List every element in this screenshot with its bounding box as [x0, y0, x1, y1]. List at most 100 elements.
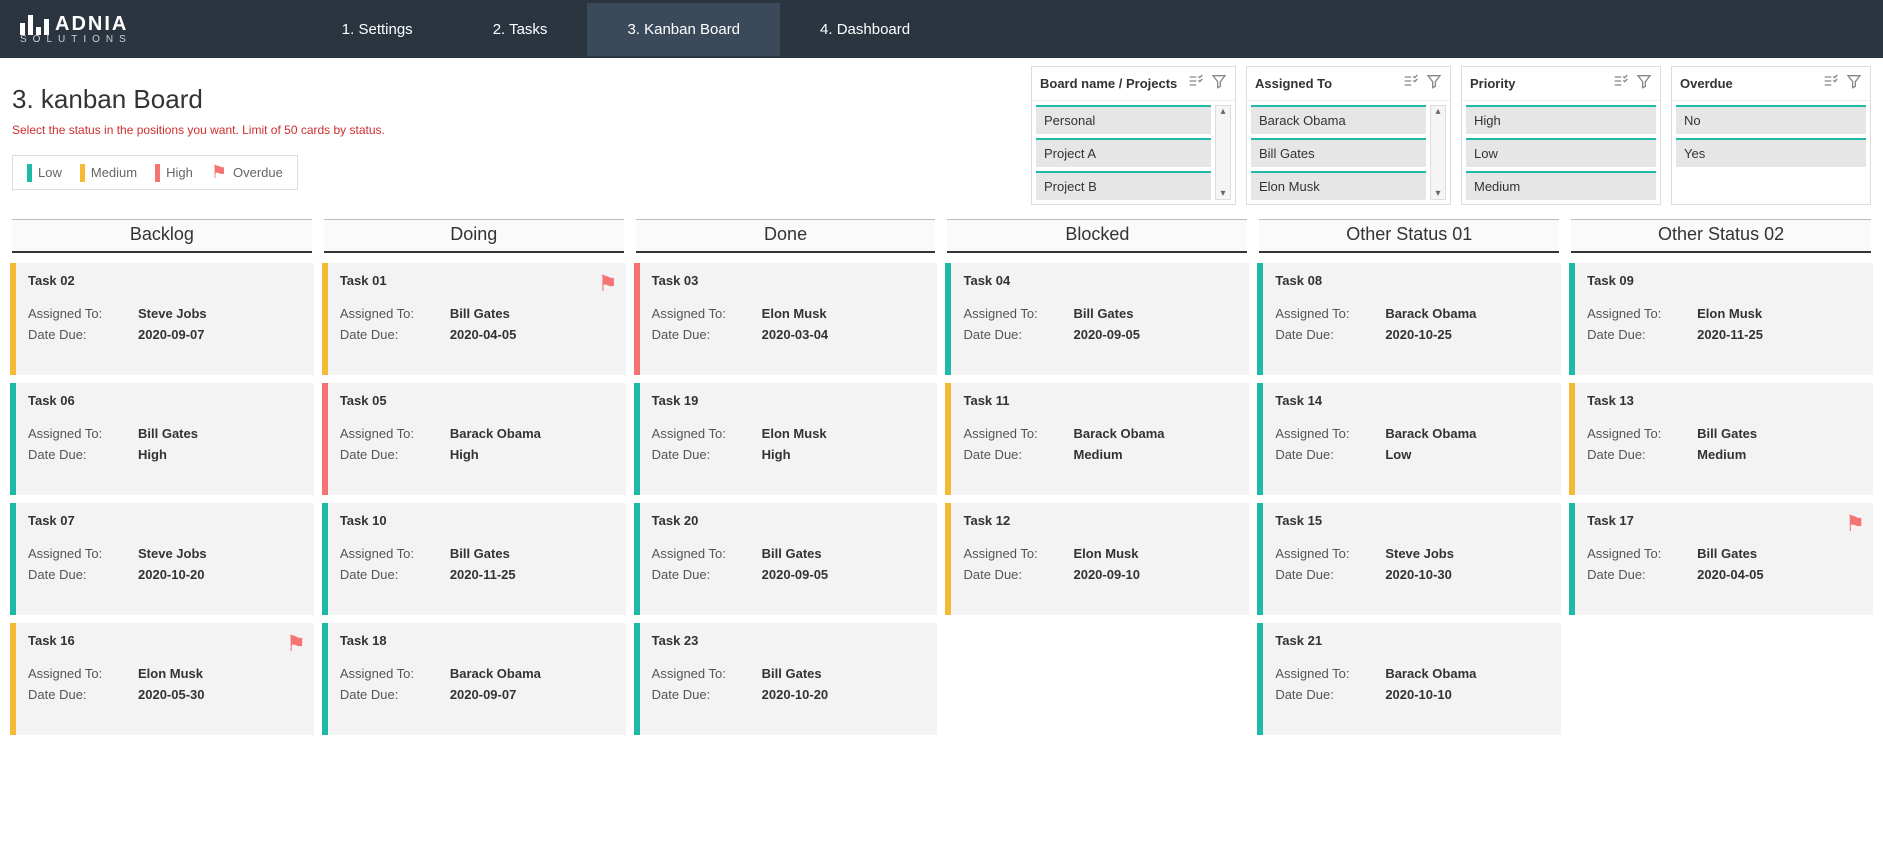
assigned-label: Assigned To: [1275, 426, 1385, 441]
multiselect-icon[interactable] [1187, 73, 1203, 94]
card-body: Task 15Assigned To:Steve JobsDate Due:20… [1263, 503, 1561, 615]
scrollbar[interactable]: ▴▾ [1215, 105, 1231, 200]
slicer-item[interactable]: Medium [1466, 171, 1656, 200]
kanban-card[interactable]: Task 20Assigned To:Bill GatesDate Due:20… [634, 503, 938, 615]
clear-filter-icon[interactable] [1211, 73, 1227, 94]
slicers: Board name / ProjectsPersonalProject APr… [1031, 66, 1871, 205]
kanban-card[interactable]: Task 12Assigned To:Elon MuskDate Due:202… [945, 503, 1249, 615]
kanban-card[interactable]: Task 18Assigned To:Barack ObamaDate Due:… [322, 623, 626, 735]
overdue-flag-icon: ⚑ [598, 271, 618, 297]
slicer-item[interactable]: Yes [1676, 138, 1866, 167]
slicer-item[interactable]: Project B [1036, 171, 1211, 200]
kanban-card[interactable]: Task 14Assigned To:Barack ObamaDate Due:… [1257, 383, 1561, 495]
kanban-column: Done Task 03Assigned To:Elon MuskDate Due… [634, 219, 938, 735]
card-title: Task 11 [963, 393, 1237, 408]
brand-logo: ADNIA SOLUTIONS [0, 13, 152, 45]
card-title: Task 06 [28, 393, 302, 408]
assigned-value: Bill Gates [1697, 426, 1757, 441]
slicer-item[interactable]: Project A [1036, 138, 1211, 167]
due-value: Medium [1697, 447, 1746, 462]
kanban-card[interactable]: Task 09Assigned To:Elon MuskDate Due:202… [1569, 263, 1873, 375]
clear-filter-icon[interactable] [1846, 73, 1862, 94]
assigned-label: Assigned To: [963, 546, 1073, 561]
kanban-card[interactable]: Task 13Assigned To:Bill GatesDate Due:Me… [1569, 383, 1873, 495]
kanban-column: Backlog Task 02Assigned To:Steve JobsDate… [10, 219, 314, 735]
due-label: Date Due: [652, 567, 762, 582]
slicer-item[interactable]: Barack Obama [1251, 105, 1426, 134]
due-value: 2020-09-05 [762, 567, 829, 582]
scrollbar[interactable]: ▴▾ [1430, 105, 1446, 200]
kanban-card[interactable]: Task 19Assigned To:Elon MuskDate Due:Hig… [634, 383, 938, 495]
column-header[interactable]: Blocked [947, 219, 1247, 253]
kanban-card[interactable]: Task 06Assigned To:Bill GatesDate Due:Hi… [10, 383, 314, 495]
column-header[interactable]: Other Status 01 [1259, 219, 1559, 253]
overdue-flag-icon: ⚑ [1845, 511, 1865, 537]
slicer-header: Assigned To [1247, 67, 1450, 101]
clear-filter-icon[interactable] [1636, 73, 1652, 94]
nav-tab[interactable]: 1. Settings [302, 3, 453, 56]
card-assigned-row: Assigned To:Bill Gates [963, 306, 1237, 321]
column-header[interactable]: Doing [324, 219, 624, 253]
card-assigned-row: Assigned To:Barack Obama [340, 426, 614, 441]
slicer-item[interactable]: No [1676, 105, 1866, 134]
assigned-value: Bill Gates [138, 426, 198, 441]
chevron-down-icon[interactable]: ▾ [1220, 188, 1225, 199]
slicer-item[interactable]: Elon Musk [1251, 171, 1426, 200]
kanban-card[interactable]: Task 01Assigned To:Bill GatesDate Due:20… [322, 263, 626, 375]
slicer-list: Personal Project A Project B [1036, 105, 1211, 200]
kanban-card[interactable]: Task 10Assigned To:Bill GatesDate Due:20… [322, 503, 626, 615]
kanban-card[interactable]: Task 16Assigned To:Elon MuskDate Due:202… [10, 623, 314, 735]
kanban-card[interactable]: Task 03Assigned To:Elon MuskDate Due:202… [634, 263, 938, 375]
clear-filter-icon[interactable] [1426, 73, 1442, 94]
assigned-label: Assigned To: [340, 426, 450, 441]
legend-low-bar [27, 164, 32, 182]
slicer-list: Barack Obama Bill Gates Elon Musk [1251, 105, 1426, 200]
top-bar: ADNIA SOLUTIONS 1. Settings2. Tasks3. Ka… [0, 0, 1883, 58]
card-assigned-row: Assigned To:Steve Jobs [28, 306, 302, 321]
due-value: 2020-09-05 [1073, 327, 1140, 342]
kanban-card[interactable]: Task 15Assigned To:Steve JobsDate Due:20… [1257, 503, 1561, 615]
slicer-item[interactable]: Low [1466, 138, 1656, 167]
kanban-card[interactable]: Task 17Assigned To:Bill GatesDate Due:20… [1569, 503, 1873, 615]
column-header[interactable]: Other Status 02 [1571, 219, 1871, 253]
nav-tab[interactable]: 2. Tasks [453, 3, 588, 56]
card-due-row: Date Due:2020-10-10 [1275, 687, 1549, 702]
chevron-up-icon[interactable]: ▴ [1435, 106, 1440, 117]
due-label: Date Due: [1275, 687, 1385, 702]
assigned-value: Elon Musk [1697, 306, 1762, 321]
due-label: Date Due: [1587, 567, 1697, 582]
due-value: 2020-09-10 [1073, 567, 1140, 582]
slicer-body: Barack ObamaBill GatesElon Musk▴▾ [1247, 101, 1450, 204]
multiselect-icon[interactable] [1612, 73, 1628, 94]
card-assigned-row: Assigned To:Elon Musk [963, 546, 1237, 561]
slicer-item[interactable]: High [1466, 105, 1656, 134]
card-body: Task 04Assigned To:Bill GatesDate Due:20… [951, 263, 1249, 375]
column-header[interactable]: Done [636, 219, 936, 253]
card-assigned-row: Assigned To:Bill Gates [340, 306, 614, 321]
kanban-card[interactable]: Task 07Assigned To:Steve JobsDate Due:20… [10, 503, 314, 615]
assigned-label: Assigned To: [1275, 546, 1385, 561]
page-hint: Select the status in the positions you w… [12, 123, 732, 137]
assigned-value: Steve Jobs [138, 546, 207, 561]
slicer-item[interactable]: Bill Gates [1251, 138, 1426, 167]
multiselect-icon[interactable] [1402, 73, 1418, 94]
assigned-value: Steve Jobs [138, 306, 207, 321]
kanban-card[interactable]: Task 08Assigned To:Barack ObamaDate Due:… [1257, 263, 1561, 375]
chevron-down-icon[interactable]: ▾ [1435, 188, 1440, 199]
multiselect-icon[interactable] [1822, 73, 1838, 94]
kanban-card[interactable]: Task 02Assigned To:Steve JobsDate Due:20… [10, 263, 314, 375]
kanban-card[interactable]: Task 04Assigned To:Bill GatesDate Due:20… [945, 263, 1249, 375]
kanban-card[interactable]: Task 21Assigned To:Barack ObamaDate Due:… [1257, 623, 1561, 735]
kanban-card[interactable]: Task 23Assigned To:Bill GatesDate Due:20… [634, 623, 938, 735]
slicer: PriorityHighLowMedium [1461, 66, 1661, 205]
chevron-up-icon[interactable]: ▴ [1220, 106, 1225, 117]
nav-tab[interactable]: 4. Dashboard [780, 3, 950, 56]
kanban-card[interactable]: Task 05Assigned To:Barack ObamaDate Due:… [322, 383, 626, 495]
kanban-card[interactable]: Task 11Assigned To:Barack ObamaDate Due:… [945, 383, 1249, 495]
column-header[interactable]: Backlog [12, 219, 312, 253]
nav-tab[interactable]: 3. Kanban Board [587, 3, 780, 56]
assigned-label: Assigned To: [340, 666, 450, 681]
due-value: Low [1385, 447, 1411, 462]
slicer-item[interactable]: Personal [1036, 105, 1211, 134]
legend-low-label: Low [38, 165, 62, 180]
